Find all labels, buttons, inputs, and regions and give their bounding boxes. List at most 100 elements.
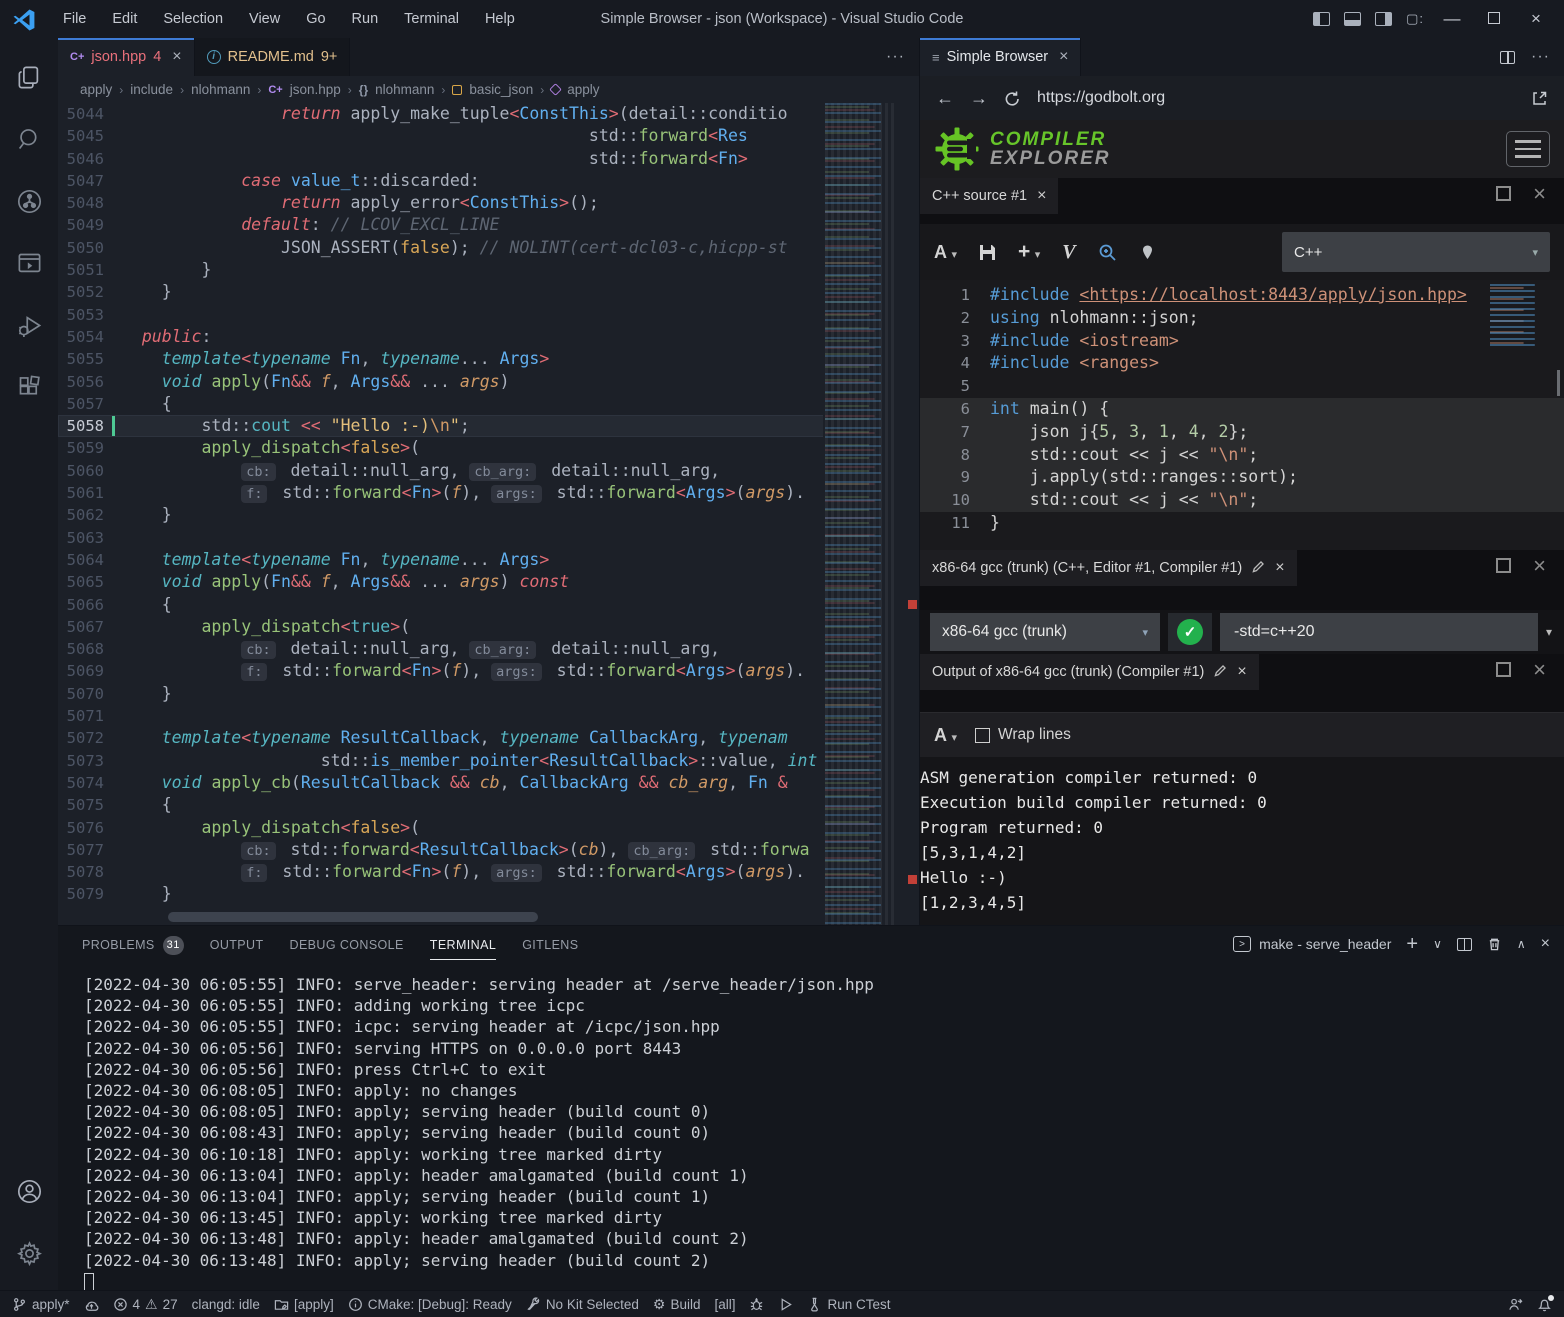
problems-item[interactable]: 4 ⚠ 27 [113,1296,178,1313]
kit-item[interactable]: No Kit Selected [526,1297,639,1312]
sync-changes-item[interactable] [84,1297,99,1312]
cmake-project-item[interactable]: [apply] [274,1297,334,1312]
breadcrumb-item[interactable]: json.hpp [290,82,341,97]
ce-language-select[interactable]: C++ ▾ [1282,232,1550,272]
terminal-output[interactable]: [2022-04-30 06:05:55] INFO: serve_header… [58,962,1564,1271]
breadcrumb-item[interactable]: apply [567,82,599,97]
ce-menu-icon[interactable] [1506,131,1550,167]
toggle-secondary-sidebar-icon[interactable] [1375,12,1392,26]
ce-vim-icon[interactable]: V [1062,241,1075,264]
ce-add-button[interactable]: + ▾ [1018,240,1040,264]
ce-compiler-tab[interactable]: x86-64 gcc (trunk) (C++, Editor #1, Comp… [920,550,1297,586]
launch-item[interactable] [778,1297,793,1312]
search-icon[interactable] [0,108,58,170]
notifications-bell-icon[interactable] [1537,1297,1552,1312]
browser-more-actions-icon[interactable]: ··· [1531,48,1550,66]
menu-item-terminal[interactable]: Terminal [391,11,472,27]
terminal-dropdown-icon[interactable]: ∨ [1433,937,1442,951]
settings-gear-icon[interactable] [0,1222,58,1284]
build-item[interactable]: ⚙ Build [653,1296,701,1313]
ce-maximize-icon[interactable] [1496,558,1511,573]
ce-maximize-icon[interactable] [1496,662,1511,677]
toggle-sidebar-icon[interactable] [1313,12,1330,26]
tab-readme-md[interactable]: i README.md 9+ [195,38,351,76]
menu-item-file[interactable]: File [50,11,99,27]
toggle-panel-icon[interactable] [1344,12,1361,26]
tab-simple-browser[interactable]: ≡ Simple Browser × [920,38,1081,76]
menu-item-selection[interactable]: Selection [150,11,236,27]
cmake-status-item[interactable]: CMake: [Debug]: Ready [348,1297,512,1312]
kill-terminal-icon[interactable] [1487,936,1502,952]
cmake-panel-icon[interactable] [0,232,58,294]
code-editor[interactable]: 5044 return apply_make_tuple<ConstThis>(… [58,103,919,925]
tab-json-hpp[interactable]: C+ json.hpp 4 × [58,38,195,76]
close-panel-icon[interactable]: × [1541,935,1550,953]
tab-debug-console[interactable]: DEBUG CONSOLE [290,929,404,959]
split-editor-icon[interactable] [1500,51,1515,64]
tab-close-icon[interactable]: × [1059,48,1068,66]
menu-item-go[interactable]: Go [293,11,338,27]
ce-save-icon[interactable] [979,244,996,261]
minimap[interactable] [825,103,905,925]
url-field[interactable]: https://godbolt.org [1037,89,1515,107]
close-button[interactable]: × [1522,9,1550,29]
extensions-icon[interactable] [0,356,58,418]
ce-close-icon[interactable]: × [1533,558,1546,573]
breadcrumb-item[interactable]: basic_json [469,82,533,97]
tab-terminal[interactable]: TERMINAL [430,929,496,960]
back-icon[interactable]: ← [936,88,954,109]
ce-source-tab[interactable]: C++ source #1 × [920,178,1058,214]
tab-problems[interactable]: PROBLEMS 31 [82,927,184,962]
ce-args-dropdown-icon[interactable]: ▾ [1546,625,1554,639]
tab-gitlens[interactable]: GITLENS [522,929,578,959]
ce-output-tab[interactable]: Output of x86-64 gcc (trunk) (Compiler #… [920,654,1259,690]
ctest-item[interactable]: Run CTest [807,1297,890,1312]
breadcrumb-item[interactable]: nlohmann [191,82,250,97]
ce-source-editor[interactable]: 1#include <https://localhost:8443/apply/… [920,280,1564,550]
ce-font-button[interactable]: A ▾ [934,242,957,263]
ce-tab-close-icon[interactable]: × [1037,187,1046,205]
explorer-icon[interactable] [0,46,58,108]
run-debug-icon[interactable] [0,294,58,356]
breadcrumb-item[interactable]: nlohmann [375,82,434,97]
account-icon[interactable] [0,1160,58,1222]
ce-zoom-icon[interactable] [1098,243,1117,262]
build-target-item[interactable]: [all] [714,1297,735,1312]
ce-rename-icon[interactable] [1214,664,1227,681]
forward-icon[interactable]: → [970,88,988,109]
ce-compiler-select[interactable]: x86-64 gcc (trunk) ▾ [930,613,1160,651]
ce-maximize-icon[interactable] [1496,186,1511,201]
ce-scrollbar[interactable] [1557,370,1560,396]
ce-compiler-args-input[interactable]: -std=c++20 [1220,613,1538,651]
terminal-instance[interactable]: > make - serve_header [1233,936,1391,952]
maximize-panel-icon[interactable]: ∧ [1517,937,1526,951]
source-control-icon[interactable] [0,170,58,232]
git-branch-item[interactable]: apply* [12,1297,70,1312]
maximize-button[interactable] [1480,9,1508,29]
ce-tab-close-icon[interactable]: × [1237,663,1246,681]
ce-tab-close-icon[interactable]: × [1275,559,1284,577]
ce-pin-icon[interactable] [1139,244,1156,261]
tab-close-icon[interactable]: × [172,48,181,66]
menu-item-view[interactable]: View [236,11,293,27]
reload-icon[interactable] [1004,90,1021,107]
minimize-button[interactable]: — [1438,9,1466,29]
new-terminal-icon[interactable]: + [1406,933,1418,956]
ce-font-button[interactable]: A ▾ [934,725,957,746]
split-terminal-icon[interactable] [1457,938,1472,951]
customize-layout-icon[interactable]: ▢: [1406,11,1424,27]
debug-bug-item[interactable] [749,1297,764,1312]
wrap-lines-checkbox[interactable]: Wrap lines [975,726,1071,744]
horizontal-scrollbar[interactable] [168,912,538,922]
menu-item-edit[interactable]: Edit [99,11,150,27]
breadcrumb-item[interactable]: apply [80,82,112,97]
menu-item-run[interactable]: Run [339,11,392,27]
clangd-status-item[interactable]: clangd: idle [192,1297,260,1312]
editor-more-actions-icon[interactable]: ··· [886,38,919,76]
ce-rename-icon[interactable] [1252,560,1265,577]
breadcrumb-item[interactable]: include [130,82,173,97]
open-external-icon[interactable] [1531,90,1548,107]
ce-close-icon[interactable]: × [1533,662,1546,677]
ce-close-icon[interactable]: × [1533,186,1546,201]
feedback-item[interactable] [1508,1297,1523,1312]
